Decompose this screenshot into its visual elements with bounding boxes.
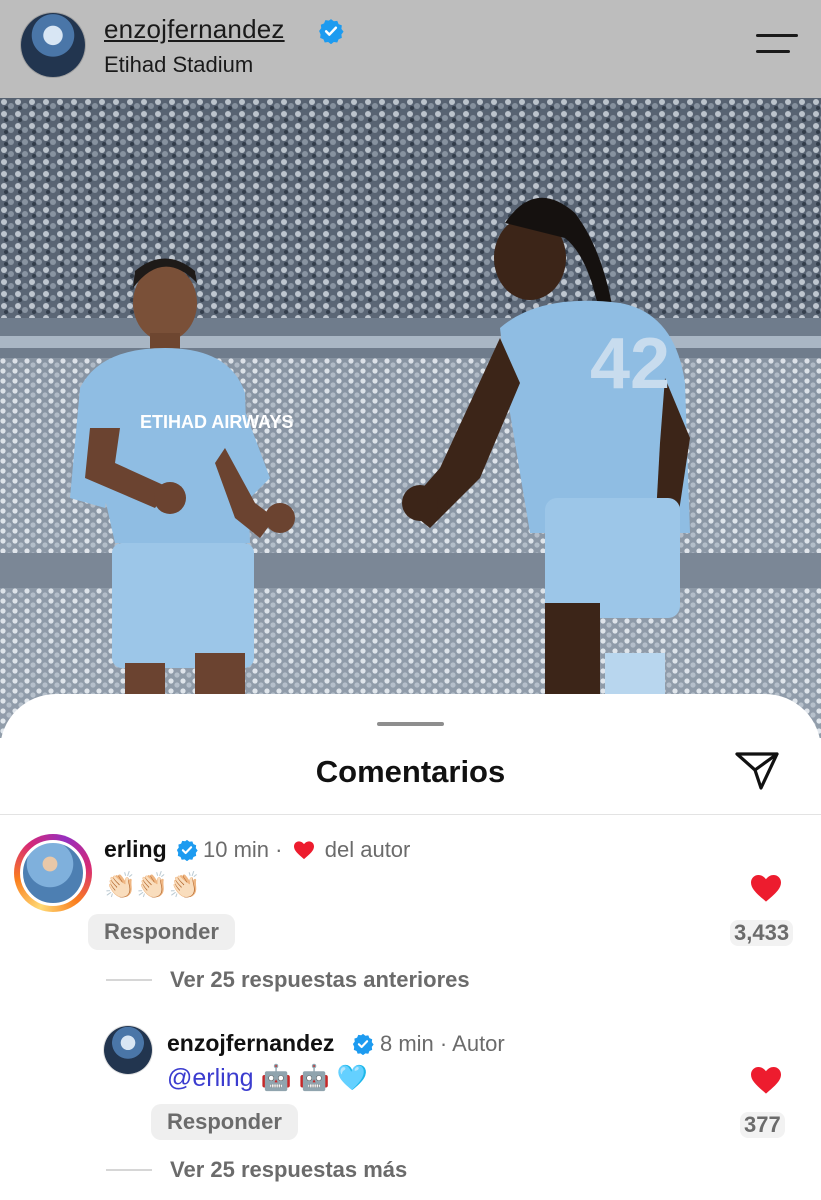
meta-separator: · [275,837,283,862]
verified-badge-icon [319,19,344,44]
author-label: Autor [452,1031,505,1056]
like-heart-icon[interactable] [749,1065,783,1095]
meta-separator: · [439,1031,448,1056]
reply-text-rest: 🤖 🤖 🩵 [253,1064,368,1092]
verified-badge-icon [176,839,198,861]
post-username[interactable]: enzojfernandez [104,14,285,45]
comment-time: 10 min [203,837,270,862]
divider [0,814,821,815]
menu-icon[interactable] [756,32,798,56]
post-photo[interactable]: ETIHAD AIRWAYS 42 [0,98,821,738]
profile-avatar[interactable] [21,13,85,77]
like-heart-icon[interactable] [749,873,783,903]
view-previous-replies[interactable]: Ver 25 respuestas anteriores [170,967,470,993]
reply-text: @erling 🤖 🤖 🩵 [167,1064,368,1093]
reply-button[interactable]: Responder [151,1104,298,1140]
commenter-avatar[interactable] [20,840,86,906]
view-more-replies[interactable]: Ver 25 respuestas más [170,1157,407,1183]
like-count: 3,433 [730,920,794,946]
jersey-sponsor: ETIHAD AIRWAYS [140,412,293,432]
sheet-drag-handle[interactable] [377,722,444,726]
author-heart-icon [293,841,314,860]
reply-username[interactable]: enzojfernandez [167,1030,334,1057]
jersey-number: 42 [590,324,670,404]
reply-meta: 8 min · Autor [380,1031,505,1057]
comments-sheet: Comentarios erling 10 min · del autor 👏🏻… [0,694,821,1200]
replies-line [106,1169,152,1171]
stadium-scene: ETIHAD AIRWAYS 42 [0,98,821,738]
post-location[interactable]: Etihad Stadium [104,52,253,78]
comment-meta: 10 min · del autor [203,837,410,863]
sheet-title: Comentarios [315,754,506,789]
comment-text: 👏🏻👏🏻👏🏻 [104,870,202,900]
reply-button[interactable]: Responder [88,914,235,950]
like-count: 377 [740,1112,785,1138]
author-like-label: del autor [324,837,411,862]
mention-link[interactable]: @erling [167,1064,254,1092]
post-header: enzojfernandez Etihad Stadium [0,0,821,98]
reply-time: 8 min [380,1031,434,1056]
replies-line [106,979,152,981]
share-icon[interactable] [733,748,781,792]
reply-avatar[interactable] [104,1026,152,1074]
verified-badge-icon [352,1033,374,1055]
comment-username[interactable]: erling [104,836,167,863]
